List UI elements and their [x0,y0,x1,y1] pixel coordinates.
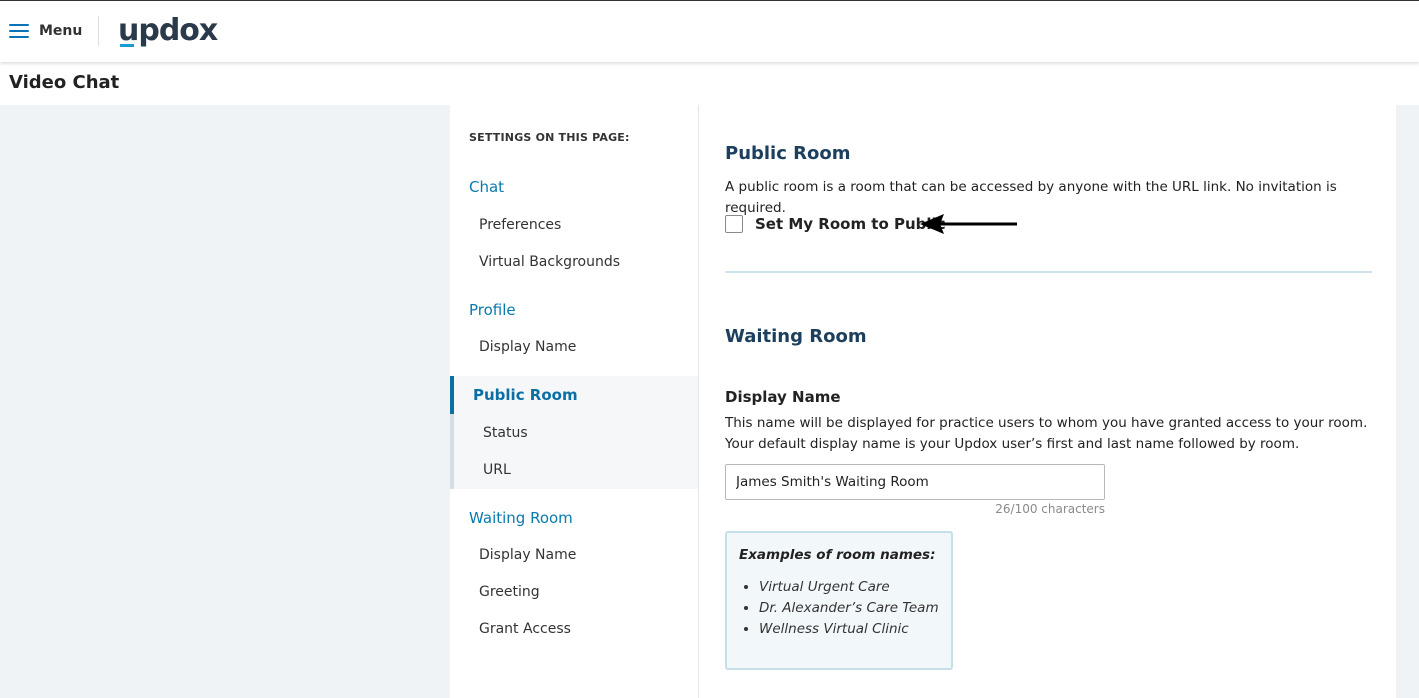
examples-list: Virtual Urgent Care Dr. Alexander’s Care… [739,577,939,640]
nav-item-preferences[interactable]: Preferences [479,217,561,233]
public-room-checkbox-row[interactable]: Set My Room to Public [725,215,946,233]
nav-section-public-room[interactable]: Public Room [473,386,578,404]
nav-item-waiting-display-name[interactable]: Display Name [479,547,576,563]
public-room-description: A public room is a room that can be acce… [725,179,1337,216]
settings-content: Public Room A public room is a room that… [700,105,1396,698]
public-room-checkbox[interactable] [725,215,743,233]
settings-sidenav: SETTINGS ON THIS PAGE: Chat Preferences … [450,105,699,698]
waiting-room-title: Waiting Room [725,326,867,347]
right-background [1396,105,1419,698]
section-divider [725,271,1372,273]
examples-title: Examples of room names: [739,547,936,563]
nav-section-profile[interactable]: Profile [469,301,516,319]
nav-active-subindicator [450,414,454,489]
nav-active-indicator [450,376,454,414]
menu-label: Menu [39,23,83,39]
page-title: Video Chat [9,72,120,93]
logo-underline [120,44,134,47]
nav-item-grant-access[interactable]: Grant Access [479,621,571,637]
hamburger-icon [9,23,29,39]
nav-item-url[interactable]: URL [483,462,511,478]
example-item: Wellness Virtual Clinic [759,619,939,640]
example-item: Virtual Urgent Care [759,577,939,598]
example-item: Dr. Alexander’s Care Team [759,598,939,619]
nav-section-chat[interactable]: Chat [469,178,504,196]
display-name-help-line1: This name will be displayed for practice… [725,415,1368,431]
nav-item-virtual-backgrounds[interactable]: Virtual Backgrounds [479,254,620,270]
nav-item-status[interactable]: Status [483,425,528,441]
display-name-input[interactable] [725,464,1105,500]
menu-button[interactable]: Menu [9,20,82,42]
sidenav-heading: SETTINGS ON THIS PAGE: [469,131,630,144]
nav-item-profile-display-name[interactable]: Display Name [479,339,576,355]
display-name-help-line2: Your default display name is your Updox … [725,436,1300,452]
public-room-checkbox-label[interactable]: Set My Room to Public [755,215,946,233]
topbar-divider [98,16,99,46]
room-name-examples-box: Examples of room names: Virtual Urgent C… [725,531,953,670]
nav-item-greeting[interactable]: Greeting [479,584,540,600]
arrow-left-icon [920,214,1017,234]
display-name-label: Display Name [725,388,841,406]
nav-section-waiting-room[interactable]: Waiting Room [469,509,573,527]
top-bar: Menu updox [0,0,1419,62]
left-background [0,105,450,698]
public-room-title: Public Room [725,143,851,164]
character-count: 26/100 characters [995,502,1105,516]
